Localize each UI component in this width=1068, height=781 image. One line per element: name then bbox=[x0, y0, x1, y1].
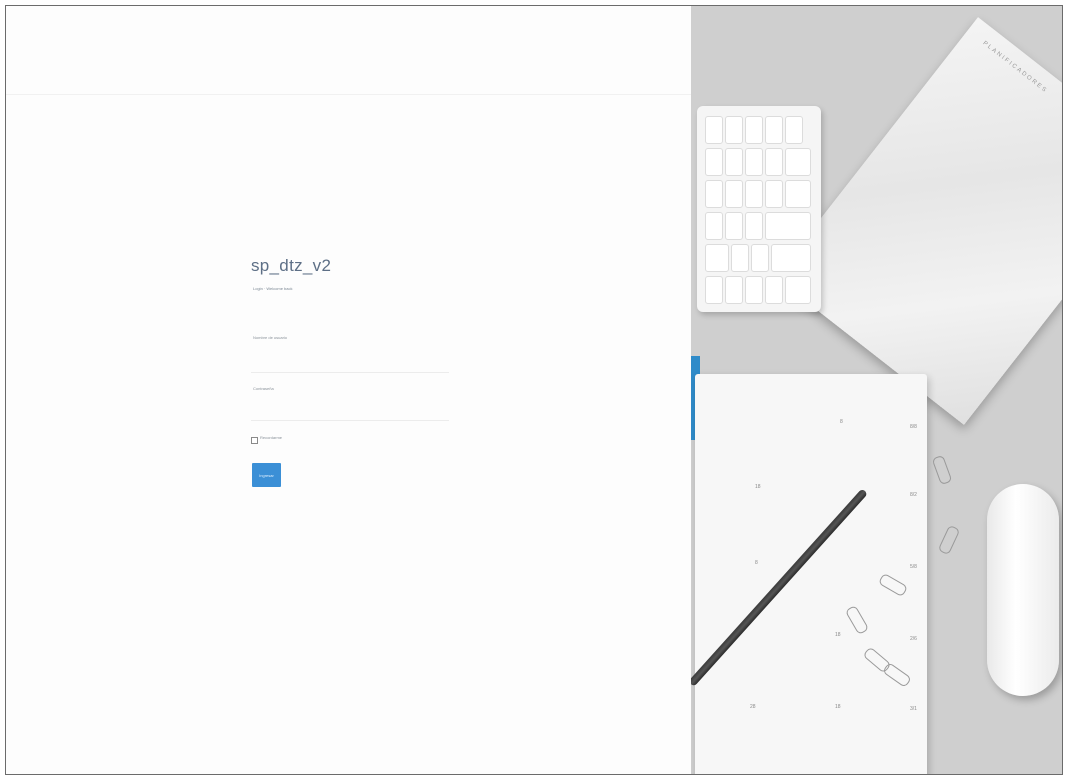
screenshot-frame: sp_dtz_v2 Login · Welcome back Nombre de… bbox=[5, 5, 1063, 775]
password-input[interactable] bbox=[251, 408, 449, 421]
desk-workspace-photo: PLANIFICADORES 8 8/8 18 8/2 8 5/8 18 2/6… bbox=[691, 6, 1062, 774]
remember-label: Recordarme bbox=[260, 435, 283, 440]
notebook-brand: PLANIFICADORES bbox=[981, 40, 1049, 95]
paperclip-icon bbox=[931, 454, 953, 486]
planner-notebook-image: 8 8/8 18 8/2 8 5/8 18 2/6 28 18 3/1 bbox=[695, 374, 927, 774]
paperclip-icon bbox=[937, 524, 961, 556]
username-input[interactable] bbox=[251, 360, 449, 373]
remember-checkbox[interactable] bbox=[251, 437, 258, 444]
mouse-image bbox=[987, 484, 1059, 696]
username-label: Nombre de usuario bbox=[253, 335, 288, 340]
keyboard-image bbox=[697, 106, 821, 312]
login-button[interactable]: Ingresar bbox=[252, 463, 281, 487]
password-label: Contraseña bbox=[253, 386, 274, 391]
login-panel: sp_dtz_v2 Login · Welcome back Nombre de… bbox=[6, 6, 691, 774]
app-title: sp_dtz_v2 bbox=[251, 256, 332, 275]
header-divider bbox=[6, 94, 691, 95]
login-subtitle: Login · Welcome back bbox=[253, 286, 293, 291]
